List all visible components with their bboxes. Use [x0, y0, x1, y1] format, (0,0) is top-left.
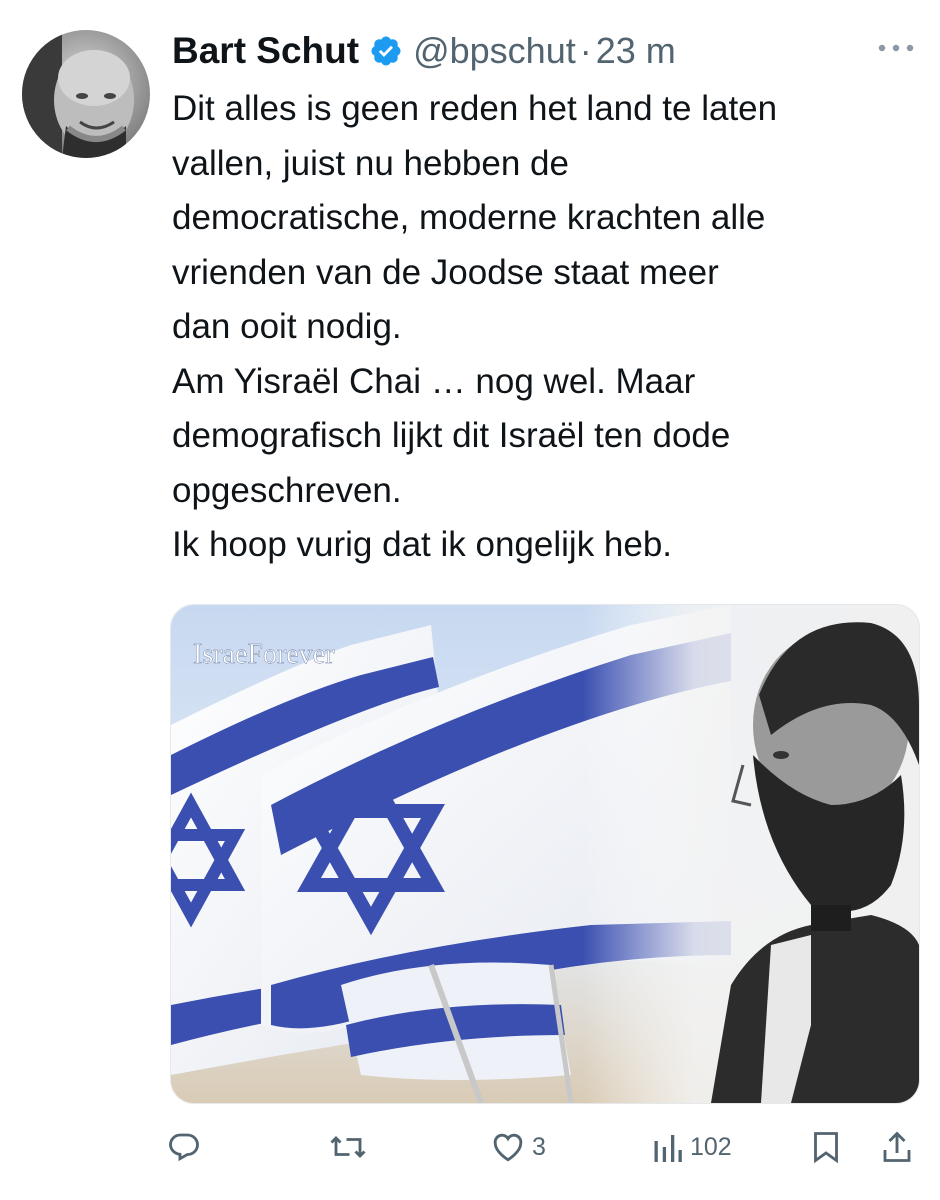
tweet[interactable]: Bart Schut @bpschut · 23 m Dit alles is …: [0, 0, 940, 1200]
tweet-text-line: Dit alles is geen reden het land te late…: [172, 89, 778, 128]
avatar[interactable]: [22, 30, 150, 158]
tweet-text-line: demografisch lijkt dit Israël ten dode: [172, 416, 731, 455]
tweet-text-line: dan ooit nodig.: [172, 307, 402, 346]
more-options-icon[interactable]: [876, 38, 916, 58]
author-handle[interactable]: @bpschut: [413, 30, 576, 72]
verified-badge-icon: [369, 34, 403, 68]
tweet-text-line: vrienden van de Joodse staat meer: [172, 252, 719, 292]
share-icon: [880, 1129, 914, 1165]
share-button[interactable]: [880, 1122, 914, 1172]
author-name[interactable]: Bart Schut: [172, 30, 359, 72]
bookmark-icon: [810, 1129, 842, 1165]
timestamp[interactable]: 23 m: [596, 30, 676, 72]
tweet-text-line: Ik hoop vurig dat ik ongelijk heb.: [172, 525, 673, 564]
tweet-text-line: opgeschreven.: [172, 470, 402, 510]
media-logo-text: IsraeForever: [193, 639, 335, 670]
retweet-icon: [328, 1129, 368, 1165]
retweet-button[interactable]: [328, 1122, 368, 1172]
heart-icon: [490, 1129, 526, 1165]
tweet-text-line: Am Yisraël Chai … nog wel. Maar: [172, 361, 696, 401]
separator-dot: ·: [579, 30, 592, 71]
views-count: 102: [690, 1132, 732, 1161]
tweet-text-line: democratische, moderne krachten alle: [172, 198, 766, 237]
tweet-text: Dit alles is geen reden het land te late…: [172, 82, 922, 573]
avatar-image: [22, 30, 150, 158]
tweet-actions-bar: 3 102: [0, 1122, 940, 1172]
tweet-header: Bart Schut @bpschut · 23 m: [172, 26, 676, 76]
tweet-text-line: vallen, juist nu hebben de: [172, 143, 569, 183]
views-bar-chart-icon: [652, 1129, 684, 1165]
reply-button[interactable]: [166, 1122, 202, 1172]
views-button[interactable]: 102: [652, 1122, 732, 1172]
like-count: 3: [532, 1132, 546, 1161]
reply-icon: [166, 1129, 202, 1165]
flag-and-portrait-image: IsraeForever: [171, 605, 919, 1103]
like-button[interactable]: 3: [490, 1122, 546, 1172]
tweet-media-image[interactable]: IsraeForever: [170, 604, 920, 1104]
bookmark-button[interactable]: [810, 1122, 842, 1172]
